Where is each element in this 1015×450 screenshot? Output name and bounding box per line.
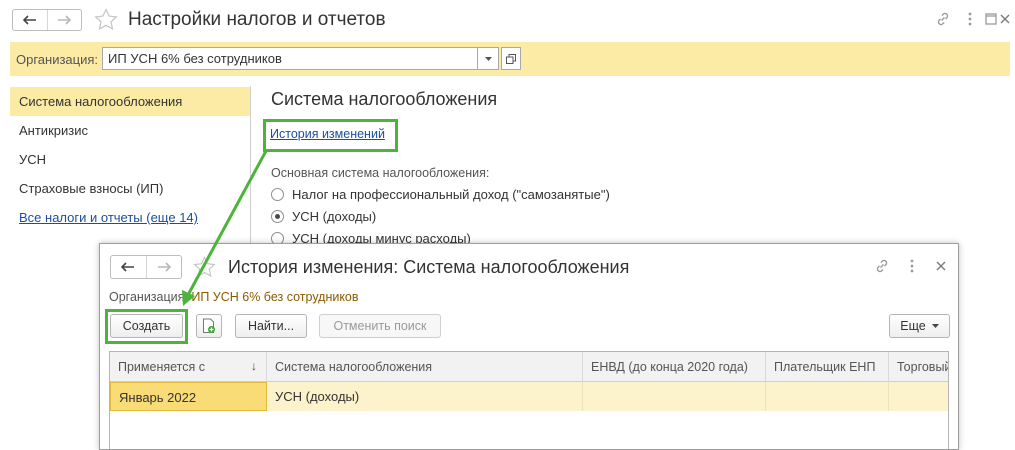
popup-title: История изменения: Система налогообложен… (228, 257, 630, 277)
organization-label: Организация: (16, 52, 99, 67)
open-window-icon (506, 53, 516, 64)
column-header-envd[interactable]: ЕНВД (до конца 2020 года) (583, 352, 766, 382)
arrow-left-icon (121, 262, 135, 272)
popup-organization-label: Организация: (109, 290, 188, 304)
history-popup-window: История изменения: Система налогообложен… (99, 243, 959, 450)
history-table: Применяется с ↓ Система налогообложения … (109, 351, 949, 449)
table-cell-trade[interactable] (889, 382, 948, 411)
back-button[interactable] (13, 10, 47, 30)
radio-button[interactable] (271, 187, 284, 201)
favorite-star-icon[interactable] (94, 8, 118, 31)
sidebar-item-usn[interactable]: УСН (10, 145, 250, 174)
table-cell-tax-system[interactable]: УСН (доходы) (267, 382, 583, 411)
sidebar-link-all-taxes[interactable]: Все налоги и отчеты (еще 14) (10, 203, 250, 232)
popup-organization: Организация: ИП УСН 6% без сотрудников (109, 290, 359, 304)
popup-organization-value[interactable]: ИП УСН 6% без сотрудников (191, 290, 358, 304)
radio-label: УСН (доходы) (292, 208, 377, 224)
sidebar-item-insurance[interactable]: Страховые взносы (ИП) (10, 174, 250, 203)
arrow-right-icon (58, 15, 72, 25)
popup-favorite-star-icon[interactable] (193, 256, 216, 278)
organization-open-button[interactable] (501, 47, 521, 70)
arrow-right-icon (157, 262, 171, 272)
popup-back-button[interactable] (111, 256, 146, 278)
popup-nav-buttons (110, 255, 182, 279)
caret-down-icon (484, 56, 492, 61)
arrow-left-icon (22, 15, 36, 25)
main-nav-buttons (12, 9, 82, 31)
radio-label: Налог на профессиональный доход ("самоза… (292, 186, 610, 202)
popup-forward-button[interactable] (145, 256, 182, 278)
popup-more-vertical-icon[interactable] (905, 257, 919, 275)
column-header-enp-payer[interactable]: Плательщик ЕНП (766, 352, 889, 382)
more-vertical-icon[interactable] (962, 10, 978, 28)
organization-input[interactable]: ИП УСН 6% без сотрудников (102, 47, 478, 70)
radio-option-selfemployed[interactable]: Налог на профессиональный доход ("самоза… (271, 185, 610, 203)
popup-close-icon[interactable] (934, 257, 948, 275)
copy-document-icon (203, 318, 215, 333)
sidebar-item-tax-system[interactable]: Система налогообложения (10, 87, 250, 116)
copy-button[interactable] (196, 314, 222, 338)
main-tax-system-label: Основная система налогообложения: (271, 166, 490, 180)
table-cell-envd[interactable] (583, 382, 766, 411)
column-header-applies-from[interactable]: Применяется с ↓ (110, 352, 267, 382)
more-button-label: Еще (900, 319, 926, 333)
sort-down-icon: ↓ (251, 359, 257, 373)
organization-bar: Организация: ИП УСН 6% без сотрудников (10, 42, 1010, 76)
history-link[interactable]: История изменений (270, 127, 385, 141)
radio-button-checked[interactable] (271, 209, 284, 223)
caret-down-icon (931, 324, 939, 328)
popup-link-icon[interactable] (873, 257, 891, 275)
forward-button[interactable] (46, 10, 82, 30)
main-window-header: Настройки налогов и отчетов (0, 0, 1015, 40)
column-header-tax-system[interactable]: Система налогообложения (267, 352, 583, 382)
column-header-label: Применяется с (118, 360, 205, 374)
organization-dropdown-button[interactable] (477, 47, 499, 70)
cancel-search-button[interactable]: Отменить поиск (319, 314, 441, 338)
more-button[interactable]: Еще (889, 314, 950, 338)
column-header-trade[interactable]: Торговый (889, 352, 948, 382)
find-button[interactable]: Найти... (235, 314, 307, 338)
close-icon[interactable] (997, 10, 1013, 28)
sidebar-item-anticrisis[interactable]: Антикризис (10, 116, 250, 145)
table-cell-enp-payer[interactable] (766, 382, 889, 411)
create-button[interactable]: Создать (110, 314, 183, 338)
main-window-title: Настройки налогов и отчетов (128, 9, 386, 30)
table-cell-applies-from[interactable]: Январь 2022 (110, 382, 267, 411)
radio-option-usn-income[interactable]: УСН (доходы) (271, 207, 376, 225)
section-title: Система налогообложения (271, 89, 498, 109)
link-icon[interactable] (934, 10, 952, 28)
